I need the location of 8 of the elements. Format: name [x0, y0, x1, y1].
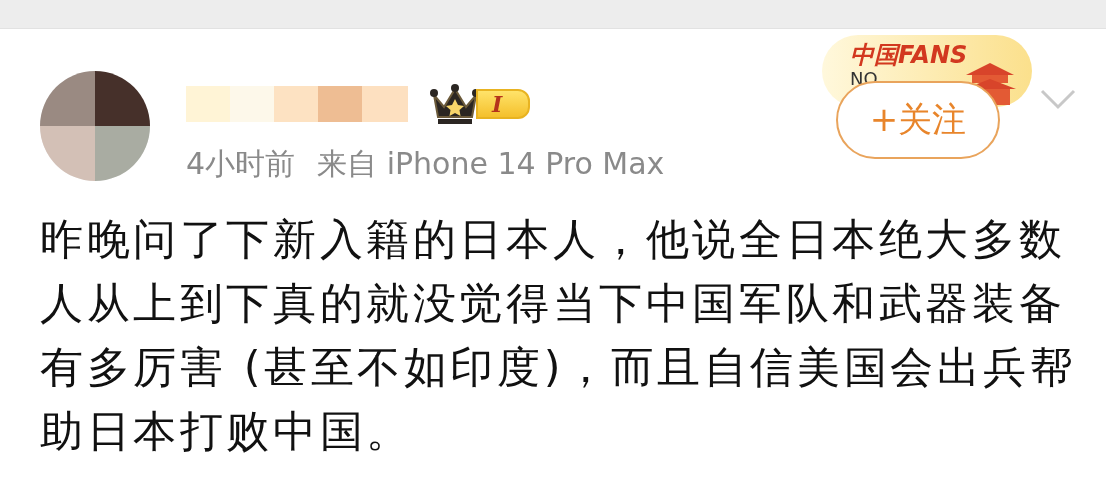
post-text: 昨晚问了下新入籍的日本人，他说全日本绝大多数人从上到下真的就没觉得当下中国军队和武器装备有多厉害 (甚至不如印度)，而且自信美国会出兵帮助日本打败中国。: [40, 213, 1078, 458]
post-source: 来自 iPhone 14 Pro Max: [317, 147, 665, 181]
blurred-username[interactable]: [186, 86, 408, 122]
chevron-down-icon[interactable]: [1040, 89, 1076, 111]
fan-card-title: 中国FANS: [850, 41, 969, 69]
fan-level-badge: I: [476, 89, 531, 119]
post-time: 4小时前: [186, 147, 296, 181]
avatar[interactable]: [40, 71, 150, 181]
